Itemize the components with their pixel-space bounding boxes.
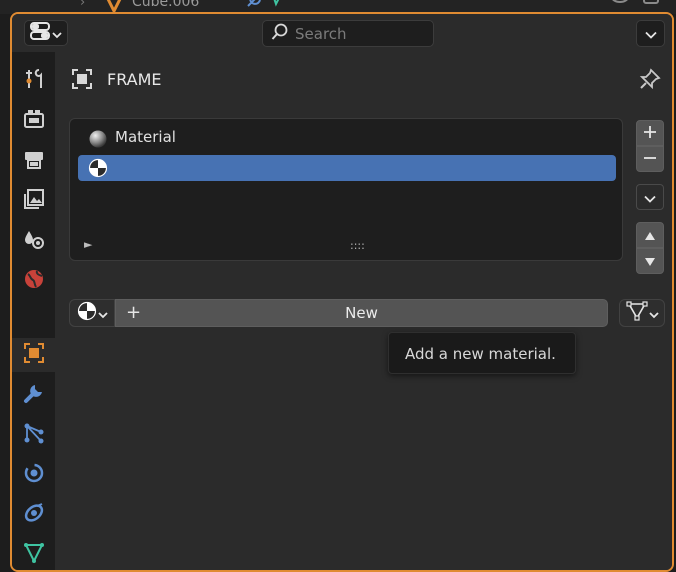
particles-icon — [23, 422, 45, 448]
scene-icon — [23, 228, 45, 254]
list-resize-grip[interactable]: :::: — [350, 239, 365, 252]
chevron-down-icon — [644, 188, 656, 207]
object-name: Cube.006 — [132, 0, 200, 10]
properties-editor: FRAME Material — [10, 12, 674, 572]
new-button-label: New — [345, 304, 378, 322]
tab-output[interactable] — [12, 144, 55, 178]
triangle-up-icon — [644, 226, 656, 245]
tab-physics[interactable] — [12, 458, 55, 492]
move-slot-down-button[interactable] — [636, 248, 664, 274]
render-icon — [23, 108, 45, 134]
chevron-right-icon[interactable]: › — [80, 0, 85, 10]
remove-slot-button[interactable] — [636, 146, 664, 172]
browse-material-button[interactable] — [69, 299, 115, 327]
property-tabs — [12, 52, 55, 570]
chevron-down-icon — [97, 304, 108, 323]
world-icon — [23, 268, 45, 294]
list-item[interactable] — [78, 155, 616, 181]
tab-world[interactable] — [12, 264, 55, 298]
slot-specials-menu-button[interactable] — [636, 184, 664, 210]
tooltip-text: Add a new material. — [405, 345, 556, 363]
tab-data[interactable] — [12, 538, 55, 570]
list-item[interactable]: Material — [78, 126, 616, 152]
move-slot-up-button[interactable] — [636, 222, 664, 248]
search-input[interactable] — [295, 24, 425, 43]
material-sphere-icon — [88, 129, 108, 149]
properties-editor-icon — [30, 22, 50, 44]
context-label: FRAME — [107, 70, 162, 89]
tooltip: Add a new material. — [388, 332, 576, 374]
tool-icon — [23, 68, 45, 94]
chevron-down-icon — [648, 304, 659, 323]
triangle-down-icon — [644, 252, 656, 271]
tab-modifiers[interactable] — [12, 378, 55, 412]
material-slot-list[interactable]: Material ► :::: — [69, 118, 623, 261]
editor-type-button[interactable] — [24, 20, 68, 46]
tab-tool[interactable] — [12, 64, 55, 98]
mesh-data-icon — [625, 301, 648, 325]
tab-constraints[interactable] — [12, 498, 55, 532]
view-layer-icon — [23, 188, 45, 214]
tab-particles[interactable] — [12, 418, 55, 452]
tab-view-layer[interactable] — [12, 184, 55, 218]
pin-icon[interactable] — [639, 68, 661, 94]
wrench-icon — [23, 382, 45, 408]
material-link-dropdown[interactable] — [619, 299, 665, 327]
material-icon — [77, 301, 97, 325]
tab-scene[interactable] — [12, 224, 55, 258]
properties-content: FRAME Material ►:::: + New Add a new ma… — [55, 52, 672, 570]
mesh-data-icon — [23, 542, 45, 568]
search-icon — [271, 23, 289, 45]
search-field[interactable] — [262, 20, 434, 47]
material-icon — [88, 158, 108, 178]
tab-render[interactable] — [12, 104, 55, 138]
output-icon — [23, 148, 45, 174]
constraints-icon — [23, 502, 45, 528]
object-icon — [71, 68, 93, 94]
editor-header — [12, 14, 672, 52]
object-icon — [23, 342, 45, 368]
options-dropdown-button[interactable] — [636, 20, 665, 47]
tab-object[interactable] — [12, 338, 55, 372]
slot-name: Material — [115, 128, 176, 146]
new-material-button[interactable]: + New — [115, 299, 608, 327]
chevron-down-icon — [52, 24, 62, 43]
list-filter-toggle[interactable]: ► — [84, 238, 92, 251]
add-slot-button[interactable] — [636, 120, 664, 146]
chevron-down-icon — [644, 24, 657, 43]
plus-icon — [643, 124, 657, 143]
minus-icon — [643, 150, 657, 169]
physics-icon — [23, 462, 45, 488]
